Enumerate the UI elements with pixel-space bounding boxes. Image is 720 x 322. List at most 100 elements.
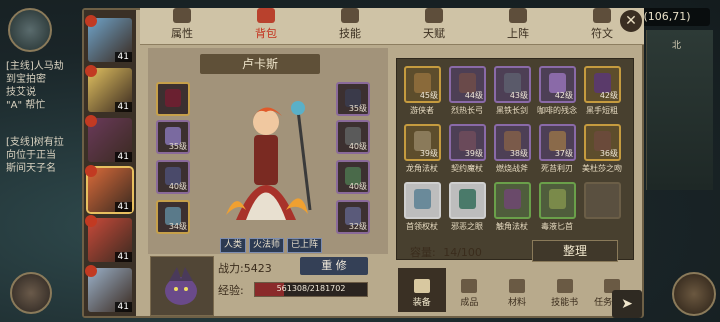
tab-attribute[interactable]: 属性 — [140, 8, 224, 44]
hero-rank-icon — [85, 165, 97, 177]
sort-button[interactable]: 整理 — [532, 240, 618, 262]
inventory-item[interactable]: 37级 — [539, 124, 576, 161]
bag-icon — [257, 8, 275, 23]
bag-tab-skillbook[interactable]: 技能书 — [541, 268, 589, 312]
material-icon — [508, 279, 525, 293]
north-indicator: 北 — [672, 41, 682, 51]
item-name: 黑手短粗 — [586, 106, 618, 115]
item-level: 37级 — [554, 149, 573, 158]
swords-icon — [509, 8, 527, 23]
equip-slot[interactable]: 35级 — [156, 120, 190, 154]
inventory-item[interactable]: 36级 — [584, 124, 621, 161]
pet-icon — [165, 267, 197, 305]
inventory-item[interactable]: 39级 — [404, 124, 441, 161]
equip-slot[interactable]: 35级 — [336, 82, 370, 116]
inventory-item[interactable] — [404, 182, 441, 219]
empty-slot[interactable] — [584, 182, 621, 219]
equip-slot[interactable] — [156, 82, 190, 116]
bag-tab-label: 装备 — [412, 298, 431, 308]
tab-swords[interactable]: 上阵 — [476, 8, 560, 44]
item-level: 45级 — [419, 91, 438, 100]
chat-line: 向位于正当 — [6, 150, 56, 161]
item-name: 触角法杖 — [496, 222, 528, 231]
rebuild-button[interactable]: 重 修 — [300, 257, 368, 275]
equip-slot[interactable]: 34级 — [156, 200, 190, 234]
hero-level: 41 — [114, 102, 132, 112]
item-name: 咖啡的残念 — [537, 106, 577, 115]
tab-label: 天赋 — [423, 27, 445, 40]
hero-level: 41 — [114, 252, 132, 262]
hero-portrait[interactable]: 41 — [85, 165, 132, 212]
companion-avatar[interactable] — [10, 272, 52, 314]
inventory-item[interactable] — [494, 182, 531, 219]
bag-tab-material[interactable]: 材料 — [493, 268, 541, 312]
hero-level: 41 — [114, 152, 132, 162]
chat-line: 技艾说 — [6, 87, 36, 98]
capacity-value: 14/100 — [443, 246, 482, 259]
exp-text: 561308/2181702 — [276, 284, 346, 293]
item-name: 烈热长弓 — [451, 106, 483, 115]
minimap[interactable] — [646, 30, 713, 190]
inventory-item[interactable] — [449, 182, 486, 219]
close-button[interactable]: ✕ — [620, 10, 642, 32]
inventory-capacity: 容量: 14/100 — [410, 244, 482, 260]
inventory-item[interactable]: 43级 — [494, 66, 531, 103]
hero-list: 41 41 41 41 41 41 — [84, 10, 136, 316]
tab-label: 上阵 — [507, 27, 529, 40]
hero-portrait[interactable]: 41 — [85, 215, 132, 262]
item-level: 43级 — [509, 91, 528, 100]
menu-avatar-button[interactable] — [672, 272, 716, 316]
exp-label: 经验: — [218, 284, 244, 297]
tab-label: 属性 — [171, 27, 193, 40]
item-icon — [549, 189, 566, 209]
chat-line: [主线]人马劫 — [6, 61, 64, 72]
chat-line: 斯间天子名 — [6, 163, 56, 174]
player-avatar[interactable] — [8, 8, 52, 52]
item-name: 黑铁长剑 — [496, 106, 528, 115]
chat-log[interactable]: [主线]人马劫 到宝拍密 技艾说 "A" 帮忙 [支线]树有拉 向位于正当 斯间天子名 — [6, 60, 80, 175]
tab-eye[interactable]: 天赋 — [392, 8, 476, 44]
tab-book[interactable]: 技能 — [308, 8, 392, 44]
attribute-icon — [173, 8, 191, 23]
item-name: 燃烧战斧 — [496, 164, 528, 173]
character-name: 卢卡斯 — [200, 54, 320, 74]
hero-portrait[interactable]: 41 — [85, 265, 132, 312]
bag-tab-label: 技能书 — [551, 298, 579, 308]
equip-slot[interactable]: 40级 — [336, 160, 370, 194]
character-tags: 人类 火法师 已上阵 — [220, 238, 323, 253]
item-icon — [504, 189, 521, 209]
inventory-item[interactable]: 45级 — [404, 66, 441, 103]
inventory-item[interactable]: 39级 — [449, 124, 486, 161]
tab-bag[interactable]: 背包 — [224, 8, 308, 44]
item-level: 44级 — [464, 91, 483, 100]
inventory-item[interactable]: 42级 — [539, 66, 576, 103]
item-name: 美杜莎之吻 — [582, 164, 622, 173]
inventory-item[interactable]: 38级 — [494, 124, 531, 161]
hero-portrait[interactable]: 41 — [85, 65, 132, 112]
hero-portrait[interactable]: 41 — [85, 115, 132, 162]
chat-line: [支线]树有拉 — [6, 137, 64, 148]
hero-level: 41 — [114, 202, 132, 212]
slot-level: 40级 — [348, 182, 367, 191]
item-name: 契约魔杖 — [451, 164, 483, 173]
item-level: 39级 — [464, 149, 483, 158]
item-name: 龙角法杖 — [406, 164, 438, 173]
item-level: 36级 — [599, 149, 618, 158]
hero-portrait[interactable]: 41 — [85, 15, 132, 62]
book-icon — [341, 8, 359, 23]
inventory-item[interactable]: 44级 — [449, 66, 486, 103]
item-name: 死苔利刃 — [541, 164, 573, 173]
pet-portrait[interactable] — [150, 256, 214, 316]
equip-slot[interactable]: 40级 — [336, 120, 370, 154]
eye-icon — [425, 8, 443, 23]
inventory-item[interactable] — [539, 182, 576, 219]
hero-rank-icon — [85, 15, 97, 27]
equip-slot[interactable]: 40级 — [156, 160, 190, 194]
equip-slot[interactable]: 32级 — [336, 200, 370, 234]
bag-tab-label: 成品 — [460, 298, 479, 308]
bag-tab-bottle[interactable]: 成品 — [446, 268, 494, 312]
back-button[interactable]: ➤ — [612, 290, 642, 318]
tab-label: 符文 — [591, 27, 613, 40]
inventory-item[interactable]: 42级 — [584, 66, 621, 103]
bag-tab-hammer[interactable]: 装备 — [398, 268, 446, 312]
